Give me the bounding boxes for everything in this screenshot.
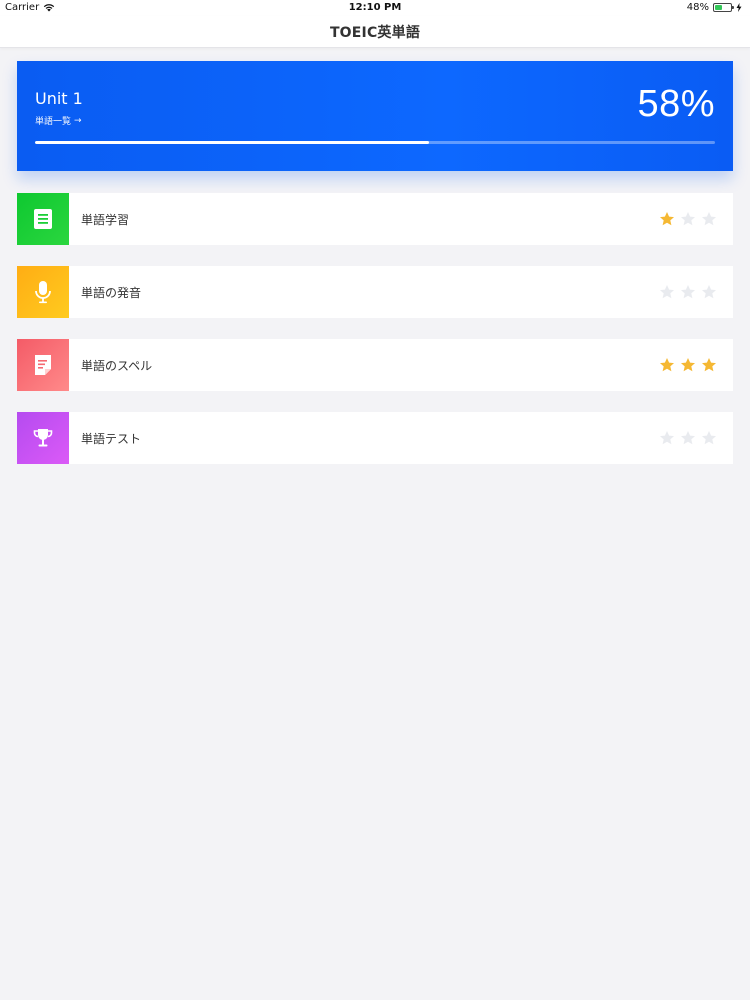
menu-item-label: 単語テスト — [81, 431, 142, 446]
word-list-link-label: 単語一覧 — [35, 117, 72, 127]
unit-progress-fill — [35, 141, 430, 144]
menu-item-label: 単語の発音 — [81, 285, 142, 300]
unit-progress-percent: 58% — [637, 83, 715, 125]
navigation-bar: TOEIC英単語 — [0, 16, 750, 48]
star-empty-icon — [681, 212, 695, 226]
menu-icon-tile — [17, 339, 69, 391]
star-rating — [659, 357, 717, 373]
battery-icon — [713, 3, 734, 12]
charging-bolt-icon — [736, 3, 742, 12]
battery-level — [715, 5, 723, 10]
star-empty-icon — [681, 431, 695, 445]
clock: 12:10 PM — [348, 2, 402, 13]
star-rating — [659, 430, 717, 446]
document-icon — [34, 209, 52, 229]
star-rating — [659, 284, 717, 300]
page-title: TOEIC英単語 — [329, 24, 421, 41]
unit-card[interactable]: Unit 1 単語一覧 → 58% — [17, 61, 733, 171]
battery-indicator: 48% — [687, 2, 742, 13]
star-empty-icon — [660, 285, 674, 299]
star-filled-icon — [681, 358, 695, 372]
arrow-right-icon: → — [74, 115, 82, 126]
star-empty-icon — [702, 285, 716, 299]
menu-item-label: 単語学習 — [81, 212, 130, 227]
menu-icon-tile — [17, 412, 69, 464]
menu-icon-tile — [17, 193, 69, 245]
status-bar: Carrier 12:10 PM 48% — [0, 0, 750, 16]
note-icon — [35, 355, 51, 375]
star-rating — [659, 211, 717, 227]
trophy-icon — [33, 429, 53, 447]
menu-item-pronunciation[interactable]: 単語の発音 — [17, 266, 733, 318]
menu-item-label: 単語のスペル — [81, 358, 153, 373]
unit-progress-bar — [35, 141, 715, 144]
star-empty-icon — [660, 431, 674, 445]
battery-percent: 48% — [686, 2, 709, 13]
star-filled-icon — [660, 358, 674, 372]
star-empty-icon — [681, 285, 695, 299]
star-filled-icon — [660, 212, 674, 226]
microphone-icon — [35, 281, 51, 304]
star-filled-icon — [702, 358, 716, 372]
menu-item-spelling[interactable]: 単語のスペル — [17, 339, 733, 391]
star-empty-icon — [702, 431, 716, 445]
menu-item-word-study[interactable]: 単語学習 — [17, 193, 733, 245]
menu-icon-tile — [17, 266, 69, 318]
word-list-link[interactable]: 単語一覧 → — [35, 114, 82, 128]
star-empty-icon — [702, 212, 716, 226]
unit-title: Unit 1 — [35, 89, 83, 108]
menu-item-word-test[interactable]: 単語テスト — [17, 412, 733, 464]
